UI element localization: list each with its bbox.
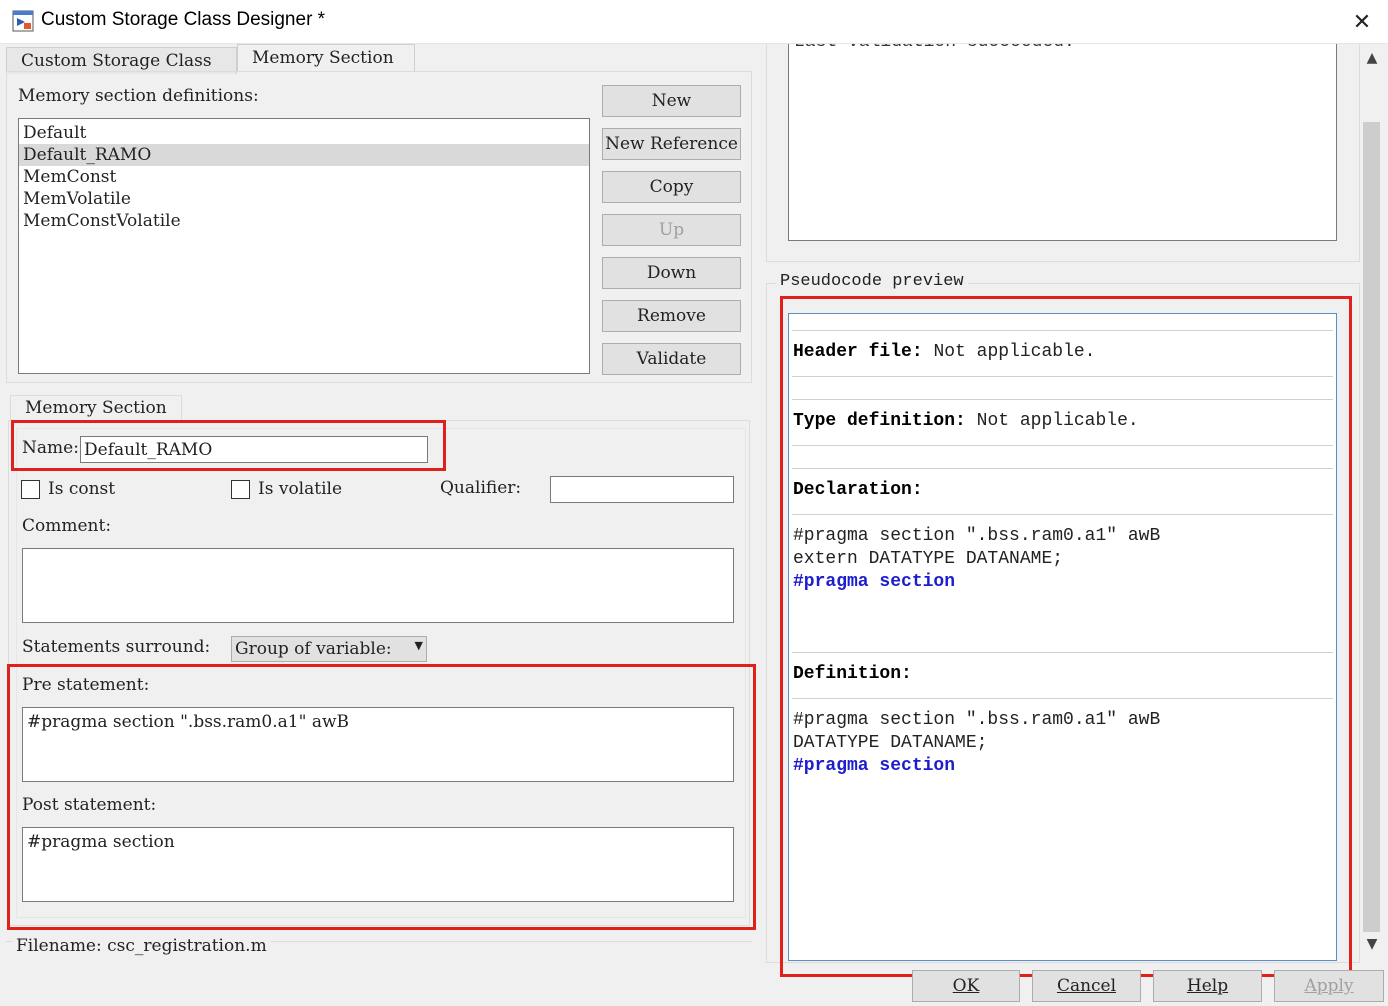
title-bar: Custom Storage Class Designer * ✕: [0, 0, 1388, 44]
window-title: Custom Storage Class Designer *: [41, 9, 326, 30]
pseudocode-label: Pseudocode preview: [776, 272, 968, 291]
scroll-up-icon[interactable]: ▲: [1363, 50, 1381, 66]
new-button[interactable]: New: [602, 85, 741, 117]
statements-surround-value: Group of variable:: [235, 639, 392, 659]
tab-memory-section[interactable]: Memory Section: [237, 44, 415, 71]
scrollbar-thumb[interactable]: [1363, 122, 1380, 932]
highlight-preview: [780, 296, 1352, 977]
statements-surround-select[interactable]: Group of variable: ▼: [231, 636, 427, 662]
list-item[interactable]: MemVolatile: [19, 188, 589, 210]
down-button[interactable]: Down: [602, 257, 741, 289]
list-item[interactable]: MemConstVolatile: [19, 210, 589, 232]
comment-field[interactable]: [22, 548, 734, 623]
close-icon[interactable]: ✕: [1340, 6, 1384, 38]
new-reference-button[interactable]: New Reference: [602, 128, 741, 160]
is-volatile-checkbox[interactable]: [231, 480, 250, 499]
comment-label: Comment:: [22, 516, 112, 536]
scrollbar[interactable]: ▲ ▼: [1360, 44, 1384, 962]
up-button[interactable]: Up: [602, 214, 741, 246]
list-item[interactable]: Default: [19, 122, 589, 144]
highlight-statements: [7, 664, 756, 930]
help-button[interactable]: Help: [1153, 970, 1262, 1002]
statements-surround-label: Statements surround:: [22, 637, 211, 657]
tab-custom-storage-class[interactable]: Custom Storage Class: [6, 47, 237, 74]
is-const-checkbox[interactable]: [21, 480, 40, 499]
apply-button[interactable]: Apply: [1274, 970, 1384, 1002]
validation-textbox: Last validation succeeded.: [788, 44, 1337, 241]
qualifier-field[interactable]: [550, 476, 734, 503]
list-item[interactable]: MemConst: [19, 166, 589, 188]
app-icon: [12, 10, 34, 32]
ok-button[interactable]: OK: [912, 970, 1020, 1002]
filename-label: Filename: csc_registration.m: [12, 936, 271, 956]
definitions-list[interactable]: Default Default_RAMO MemConst MemVolatil…: [18, 118, 590, 374]
remove-button[interactable]: Remove: [602, 300, 741, 332]
definitions-label: Memory section definitions:: [18, 86, 259, 106]
copy-button[interactable]: Copy: [602, 171, 741, 203]
qualifier-label: Qualifier:: [440, 478, 522, 498]
validate-button[interactable]: Validate: [602, 343, 741, 375]
highlight-name: [11, 420, 446, 471]
memory-section-tab: Memory Section: [10, 395, 182, 421]
is-volatile-label: Is volatile: [258, 479, 343, 499]
scroll-down-icon[interactable]: ▼: [1363, 936, 1381, 952]
cancel-button[interactable]: Cancel: [1032, 970, 1141, 1002]
is-const-label: Is const: [48, 479, 116, 499]
chevron-down-icon: ▼: [414, 639, 423, 652]
list-item-selected[interactable]: Default_RAMO: [19, 144, 589, 166]
validation-text: Last validation succeeded.: [794, 44, 1075, 52]
